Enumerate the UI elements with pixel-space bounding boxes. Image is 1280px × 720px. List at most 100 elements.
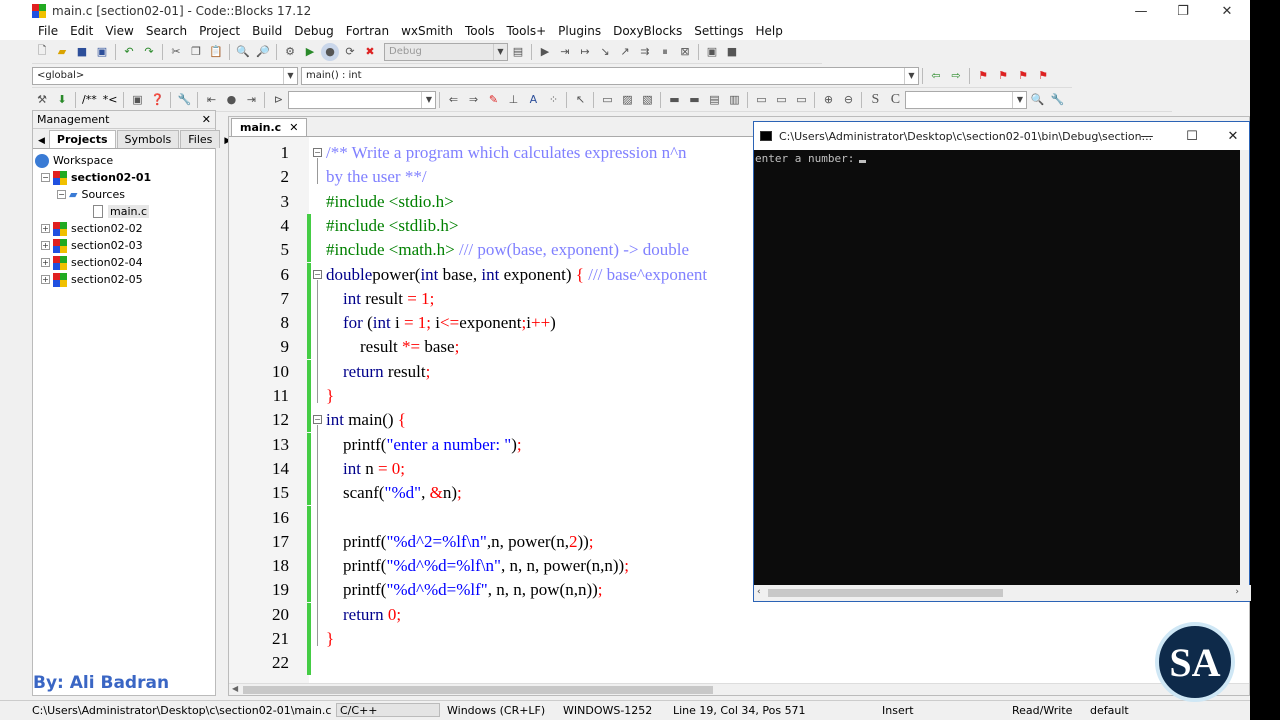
redo-icon[interactable]: ↷ (140, 43, 158, 61)
new-file-icon[interactable]: 🗋 (33, 43, 51, 61)
editor-tab-main-c[interactable]: main.c ✕ (231, 118, 308, 136)
scroll-right-icon[interactable]: › (1235, 587, 1239, 597)
layout-4-icon[interactable]: ▥ (725, 91, 743, 109)
menu-fortran[interactable]: Fortran (340, 24, 395, 38)
font-icon[interactable]: A (524, 91, 542, 109)
build-target-select[interactable]: Debug ▼ (384, 42, 508, 61)
line-comment-button[interactable]: *< (103, 93, 118, 106)
image-icon[interactable]: ▨ (618, 91, 636, 109)
doxywizard-icon[interactable]: ⚒ (33, 91, 51, 109)
run-icon[interactable]: ▶ (301, 43, 319, 61)
panel-1-icon[interactable]: ▭ (752, 91, 770, 109)
find-icon[interactable]: 🔍 (234, 43, 252, 61)
expand-icon[interactable]: + (41, 241, 50, 250)
cut-icon[interactable]: ✂ (167, 43, 185, 61)
next-bookmark-icon[interactable]: ⚑ (1014, 67, 1032, 85)
zoom-in-icon[interactable]: ⊕ (819, 91, 837, 109)
fold-toggle-icon[interactable]: − (313, 269, 322, 279)
fold-toggle-icon[interactable]: − (313, 148, 322, 157)
expand-icon[interactable]: + (41, 224, 50, 233)
dot-icon[interactable]: ● (222, 91, 240, 109)
scroll-left-icon[interactable]: ◀ (232, 684, 238, 693)
options-icon[interactable]: 🔧 (1048, 91, 1066, 109)
menu-settings[interactable]: Settings (688, 24, 749, 38)
jump-forward-icon[interactable]: ⇨ (947, 67, 965, 85)
next-line-icon[interactable]: ↦ (576, 43, 594, 61)
menu-plugins[interactable]: Plugins (552, 24, 607, 38)
tab-projects[interactable]: Projects (48, 130, 116, 148)
editor-horizontal-scrollbar[interactable]: ◀ (229, 683, 1249, 695)
build-gear-icon[interactable]: ⚙ (281, 43, 299, 61)
tab-scroll-left-icon[interactable]: ◀ (35, 134, 48, 148)
step-into-icon[interactable]: ↘ (596, 43, 614, 61)
menu-debug[interactable]: Debug (288, 24, 339, 38)
open-folder-icon[interactable]: ▰ (53, 43, 71, 61)
tree-project[interactable]: + section02-02 (35, 220, 213, 237)
run-html-icon[interactable]: ▣ (128, 91, 146, 109)
last-icon[interactable]: ⇥ (242, 91, 260, 109)
block-comment-button[interactable]: /** (82, 93, 97, 106)
next-instruction-icon[interactable]: ⇉ (636, 43, 654, 61)
toggle-bookmark-icon[interactable]: ⚑ (974, 67, 992, 85)
tree-project[interactable]: + section02-04 (35, 254, 213, 271)
maximize-button[interactable]: ❐ (1160, 0, 1206, 22)
code-line[interactable]: 20 return 0; (229, 602, 1229, 627)
scrollbar-thumb[interactable] (768, 589, 1003, 597)
menu-doxyblocks[interactable]: DoxyBlocks (607, 24, 688, 38)
save-all-icon[interactable]: ▣ (93, 43, 111, 61)
build-and-run-icon[interactable]: ● (321, 42, 339, 61)
layout-3-icon[interactable]: ▤ (705, 91, 723, 109)
console-window[interactable]: C:\Users\Administrator\Desktop\c\section… (753, 121, 1251, 602)
pause-icon[interactable]: ⏸ (656, 43, 674, 61)
spell-icon[interactable]: ⁘ (544, 91, 562, 109)
console-horizontal-scrollbar[interactable]: ‹ › (754, 585, 1251, 601)
first-icon[interactable]: ⇤ (202, 91, 220, 109)
close-button[interactable]: ✕ (1204, 0, 1250, 22)
collapse-icon[interactable]: − (41, 173, 50, 182)
tree-workspace[interactable]: Workspace (35, 152, 213, 169)
abort-icon[interactable]: ✖ (361, 43, 379, 61)
search-select[interactable]: ▼ (905, 90, 1028, 109)
management-close-icon[interactable]: ✕ (202, 113, 211, 126)
step-out-icon[interactable]: ↗ (616, 43, 634, 61)
save-icon[interactable]: ■ (73, 43, 91, 61)
copy-icon[interactable]: ❐ (187, 43, 205, 61)
scrollbar-thumb[interactable] (243, 686, 713, 694)
undo-icon[interactable]: ↶ (120, 43, 138, 61)
expand-icon[interactable]: + (41, 275, 50, 284)
function-select[interactable]: main() : int ▼ (301, 66, 919, 85)
various-info-icon[interactable]: ■ (723, 43, 741, 61)
search-go-icon[interactable]: 🔍 (1028, 91, 1046, 109)
debug-windows-icon[interactable]: ▣ (703, 43, 721, 61)
code-line[interactable]: 21} (229, 627, 1229, 651)
panel-2-icon[interactable]: ▭ (772, 91, 790, 109)
tree-sources-folder[interactable]: − ▰ Sources (35, 186, 213, 203)
run-chm-icon[interactable]: ❓ (148, 91, 166, 109)
prev-bookmark-icon[interactable]: ⚑ (994, 67, 1012, 85)
paste-icon[interactable]: 📋 (207, 43, 225, 61)
pointer-icon[interactable]: ↖ (571, 91, 589, 109)
tree-project[interactable]: + section02-03 (35, 237, 213, 254)
menu-view[interactable]: View (99, 24, 139, 38)
panel-3-icon[interactable]: ▭ (792, 91, 810, 109)
menu-build[interactable]: Build (246, 24, 288, 38)
menu-wxsmith[interactable]: wxSmith (395, 24, 459, 38)
stop-debug-icon[interactable]: ⊠ (676, 43, 694, 61)
layout-1-icon[interactable]: ▬ (665, 91, 683, 109)
console-close-button[interactable]: ✕ (1215, 122, 1251, 150)
scope-select[interactable]: <global> ▼ (32, 66, 298, 85)
jump-back-icon[interactable]: ⇦ (927, 67, 945, 85)
tab-symbols[interactable]: Symbols (116, 130, 180, 148)
console-vertical-scrollbar[interactable] (1240, 150, 1249, 586)
menu-tools[interactable]: Tools (459, 24, 501, 38)
menu-file[interactable]: File (32, 24, 64, 38)
debug-start-icon[interactable]: ▶ (536, 43, 554, 61)
target-options-icon[interactable]: ▤ (509, 43, 527, 61)
rebuild-icon[interactable]: ⟳ (341, 43, 359, 61)
replace-icon[interactable]: 🔎 (254, 43, 272, 61)
fold-toggle-icon[interactable]: − (313, 415, 322, 425)
collapse-icon[interactable]: − (57, 190, 66, 199)
frame-icon[interactable]: ▭ (598, 91, 616, 109)
zoom-out-icon[interactable]: ⊖ (839, 91, 857, 109)
wxsmith-select[interactable]: ▼ (288, 90, 437, 109)
